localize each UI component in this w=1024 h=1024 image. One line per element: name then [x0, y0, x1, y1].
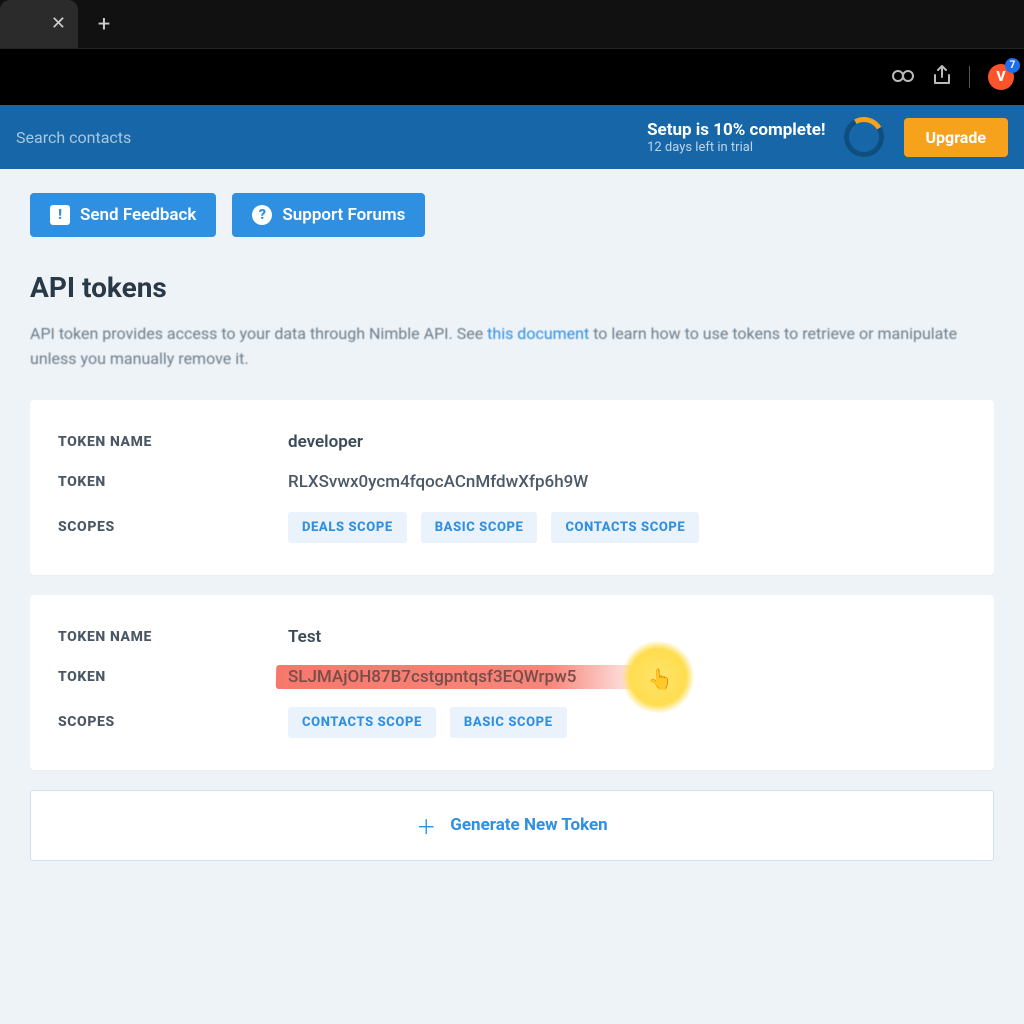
- scope-chip: CONTACTS SCOPE: [288, 707, 436, 738]
- app-frame: Setup is 10% complete! 12 days left in t…: [0, 105, 1024, 1024]
- plus-icon: ＋: [416, 811, 436, 840]
- feedback-icon: !: [50, 205, 70, 225]
- app-header: Setup is 10% complete! 12 days left in t…: [0, 105, 1024, 169]
- scope-chip: DEALS SCOPE: [288, 512, 407, 543]
- scope-chip: BASIC SCOPE: [450, 707, 567, 738]
- label-scopes: SCOPES: [58, 519, 288, 535]
- token-value[interactable]: SLJMAjOH87B7cstgpntqsf3EQWrpw5: [288, 667, 576, 687]
- address-bar: V: [0, 48, 1024, 105]
- setup-progress: Setup is 10% complete! 12 days left in t…: [647, 117, 883, 157]
- send-feedback-button[interactable]: ! Send Feedback: [30, 193, 216, 237]
- page-body: ! Send Feedback ? Support Forums API tok…: [0, 169, 1024, 885]
- share-icon[interactable]: [933, 65, 951, 90]
- generate-new-token-label: Generate New Token: [450, 815, 607, 835]
- new-tab-button[interactable]: +: [84, 4, 124, 44]
- support-forums-button[interactable]: ? Support Forums: [232, 193, 425, 237]
- pointer-cursor-icon: 👆: [648, 667, 673, 691]
- label-token-name: TOKEN NAME: [58, 629, 288, 645]
- action-row: ! Send Feedback ? Support Forums: [30, 193, 994, 237]
- scope-chip: BASIC SCOPE: [421, 512, 538, 543]
- brave-extension-icon[interactable]: V: [988, 64, 1014, 90]
- support-forums-label: Support Forums: [282, 205, 405, 225]
- close-icon[interactable]: ✕: [51, 15, 66, 33]
- token-name-value: developer: [288, 432, 363, 452]
- label-token-name: TOKEN NAME: [58, 434, 288, 450]
- lead-pre: API token provides access to your data t…: [30, 324, 487, 343]
- send-feedback-label: Send Feedback: [80, 205, 196, 225]
- search-wrap: [16, 128, 316, 147]
- label-scopes: SCOPES: [58, 714, 288, 730]
- highlight-annotation: SLJMAjOH87B7cstgpntqsf3EQWrpw5 👆: [288, 667, 576, 687]
- browser-tab[interactable]: ✕: [0, 0, 78, 48]
- page-title: API tokens: [30, 271, 994, 304]
- progress-dial-icon: [839, 113, 888, 162]
- generate-new-token-button[interactable]: ＋ Generate New Token: [30, 790, 994, 861]
- token-card: TOKEN NAME developer TOKEN RLXSvwx0ycm4f…: [30, 400, 994, 575]
- scope-chips: DEALS SCOPE BASIC SCOPE CONTACTS SCOPE: [288, 512, 699, 543]
- scope-chip: CONTACTS SCOPE: [551, 512, 699, 543]
- label-token: TOKEN: [58, 474, 288, 490]
- eye-icon[interactable]: [891, 67, 915, 88]
- page-lead: API token provides access to your data t…: [30, 322, 994, 372]
- browser-chrome: ✕ + V: [0, 0, 1024, 105]
- search-input[interactable]: [16, 128, 316, 147]
- upgrade-button[interactable]: Upgrade: [904, 118, 1009, 157]
- token-card: TOKEN NAME Test TOKEN SLJMAjOH87B7cstgpn…: [30, 595, 994, 770]
- setup-title: Setup is 10% complete!: [647, 120, 825, 140]
- lead-link[interactable]: this document: [487, 324, 589, 343]
- help-icon: ?: [252, 205, 272, 225]
- tab-bar: ✕ +: [0, 0, 1024, 48]
- separator: [969, 66, 970, 88]
- token-value[interactable]: RLXSvwx0ycm4fqocACnMfdwXfp6h9W: [288, 472, 588, 492]
- label-token: TOKEN: [58, 669, 288, 685]
- scope-chips: CONTACTS SCOPE BASIC SCOPE: [288, 707, 567, 738]
- setup-subtitle: 12 days left in trial: [647, 140, 825, 155]
- token-name-value: Test: [288, 627, 321, 647]
